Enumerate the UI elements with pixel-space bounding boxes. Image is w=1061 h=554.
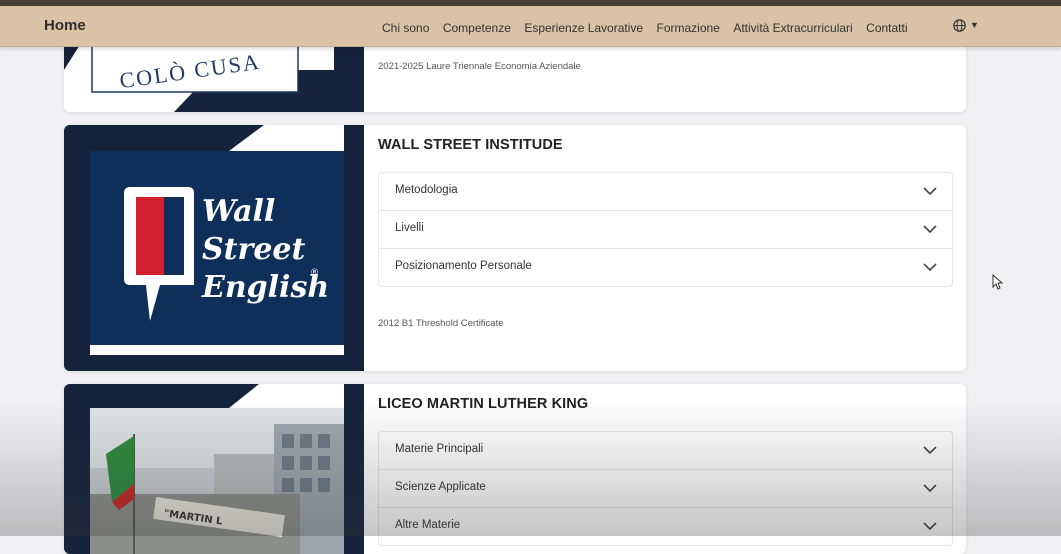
accordion-label: Altre Materie <box>395 519 461 531</box>
chevron-down-icon <box>923 484 937 493</box>
nav-link-esperienze[interactable]: Esperienze Lavorative <box>524 21 643 35</box>
education-card-liceo: "MARTIN L LICEO MARTIN LUTHER KING Mater… <box>64 384 966 554</box>
accordion-item-scienze-applicate[interactable]: Scienze Applicate <box>379 470 952 508</box>
accordion: Materie Principali Scienze Applicate Alt… <box>378 431 953 546</box>
card-body: WALL STREET INSTITUDE Metodologia Livell… <box>378 125 953 371</box>
card-title: LICEO MARTIN LUTHER KING <box>378 396 589 412</box>
accordion: Metodologia Livelli Posizionamento Perso… <box>378 172 953 287</box>
chevron-down-icon <box>923 446 937 455</box>
nav-link-chi-sono[interactable]: Chi sono <box>382 21 429 35</box>
language-dropdown[interactable]: ▼ <box>953 18 979 33</box>
chevron-down-icon <box>923 187 937 196</box>
nav-link-formazione[interactable]: Formazione <box>657 21 720 35</box>
chevron-down-icon <box>923 225 937 234</box>
nav-link-contatti[interactable]: Contatti <box>866 21 907 35</box>
accordion-item-materie-principali[interactable]: Materie Principali <box>379 432 952 470</box>
nav-links: Chi sono Competenze Esperienze Lavorativ… <box>382 19 917 35</box>
wse-registered-mark: ® <box>310 268 319 278</box>
chevron-down-icon <box>923 522 937 531</box>
degree-note: 2021-2025 Laure Triennale Economia Azien… <box>378 61 581 72</box>
accordion-item-altre-materie[interactable]: Altre Materie <box>379 508 952 545</box>
wse-logo-line-2: Street <box>202 232 306 267</box>
brand-home-link[interactable]: Home <box>44 17 86 34</box>
accordion-item-posizionamento[interactable]: Posizionamento Personale <box>379 249 952 286</box>
nav-link-competenze[interactable]: Competenze <box>443 21 511 35</box>
accordion-label: Livelli <box>395 222 424 234</box>
liceo-building-photo: "MARTIN L <box>64 384 364 554</box>
globe-icon <box>953 19 966 32</box>
education-card-wall-street: Wall Street English ® WALL STREET INSTIT… <box>64 125 966 371</box>
accordion-label: Scienze Applicate <box>395 481 486 493</box>
card-body: LICEO MARTIN LUTHER KING Materie Princip… <box>378 384 953 554</box>
wall-street-english-logo: Wall Street English ® <box>64 125 364 371</box>
accordion-item-metodologia[interactable]: Metodologia <box>379 173 952 211</box>
nav-link-attivita[interactable]: Attività Extracurriculari <box>733 21 852 35</box>
accordion-item-livelli[interactable]: Livelli <box>379 211 952 249</box>
card-title: WALL STREET INSTITUDE <box>378 137 563 153</box>
certificate-note: 2012 B1 Threshold Certificate <box>378 318 504 329</box>
mouse-cursor-icon <box>992 274 1004 290</box>
chevron-down-icon <box>923 263 937 272</box>
top-navbar: Home Chi sono Competenze Esperienze Lavo… <box>0 6 1061 47</box>
caret-down-icon: ▼ <box>970 20 979 30</box>
accordion-label: Materie Principali <box>395 443 484 455</box>
accordion-label: Metodologia <box>395 184 458 196</box>
accordion-label: Posizionamento Personale <box>395 260 532 272</box>
wse-logo-line-1: Wall <box>202 194 275 229</box>
